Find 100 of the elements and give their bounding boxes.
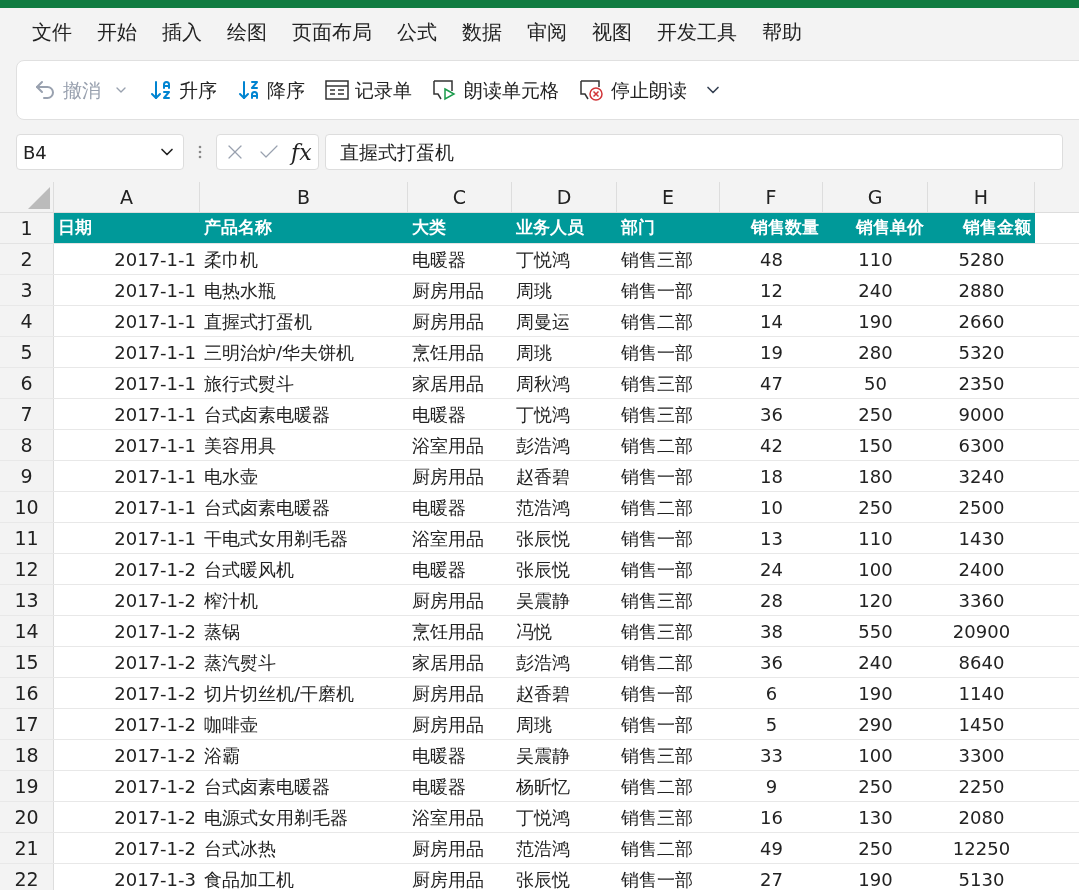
speech-bubble-stop-icon — [579, 78, 605, 102]
column-header[interactable]: F — [720, 182, 823, 212]
menu-tab[interactable]: 文件 — [20, 14, 84, 50]
row-header[interactable]: 14 — [0, 616, 54, 646]
table-cell-text: 切片切丝机/干磨机 — [203, 681, 356, 706]
menu-tab[interactable]: 数据 — [450, 14, 514, 50]
row-header[interactable]: 21 — [0, 833, 54, 863]
table-cell-text: 2080 — [957, 805, 1006, 830]
table-cell-text: 10 — [759, 495, 784, 520]
table-cell-text: 彭浩鸿 — [515, 650, 571, 675]
table-cell-text: 110 — [857, 247, 894, 272]
column-header[interactable]: G — [823, 182, 928, 212]
row-header[interactable]: 2 — [0, 244, 54, 274]
row-header[interactable]: 18 — [0, 740, 54, 770]
menu-tab[interactable]: 开始 — [85, 14, 149, 50]
row-header[interactable]: 7 — [0, 399, 54, 429]
table-cell-text: 2017-1-2 — [113, 650, 197, 675]
table-cell-text: 厨房用品 — [411, 836, 485, 861]
table-cell-text: 1430 — [957, 526, 1006, 551]
menu-tab[interactable]: 审阅 — [515, 14, 579, 50]
table-cell-text: 电暖器 — [411, 495, 467, 520]
row-header[interactable]: 19 — [0, 771, 54, 801]
table-cell-text: 销售三部 — [620, 247, 694, 272]
table-cell-text: 范浩鸿 — [515, 836, 571, 861]
table-cell-text: 蒸锅 — [203, 619, 241, 644]
table-cell-text: 销售三部 — [620, 402, 694, 427]
table-cell-text: 13 — [759, 526, 784, 551]
row-header[interactable]: 12 — [0, 554, 54, 584]
row-header[interactable]: 11 — [0, 523, 54, 553]
table-cell-text: 台式冰热 — [203, 836, 277, 861]
table-cell-text: 28 — [759, 588, 784, 613]
insert-function-button[interactable]: fx — [291, 135, 312, 169]
menu-tab[interactable]: 绘图 — [215, 14, 279, 50]
table-cell-text: 50 — [863, 371, 888, 396]
table-cell-text: 5320 — [957, 340, 1006, 365]
formula-input[interactable]: 直握式打蛋机 — [324, 134, 1063, 170]
row-header[interactable]: 17 — [0, 709, 54, 739]
table-cell-text: 2017-1-2 — [113, 805, 197, 830]
table-cell-text: 赵香碧 — [515, 464, 571, 489]
row-header[interactable]: 22 — [0, 864, 54, 890]
row-header[interactable]: 5 — [0, 337, 54, 367]
table-cell-text: 周珧 — [515, 340, 553, 365]
table-cell-text: 20900 — [951, 619, 1012, 644]
menu-tab[interactable]: 帮助 — [750, 14, 814, 50]
table-cell-text: 5130 — [957, 867, 1006, 890]
row-header[interactable]: 6 — [0, 368, 54, 398]
table-cell-text: 12 — [759, 278, 784, 303]
column-header[interactable]: C — [408, 182, 512, 212]
row-header[interactable]: 20 — [0, 802, 54, 832]
menu-tab[interactable]: 视图 — [580, 14, 644, 50]
row-header[interactable]: 8 — [0, 430, 54, 460]
table-cell-text: 销售三部 — [620, 588, 694, 613]
sort-asc-button[interactable]: 升序 — [145, 70, 221, 110]
form-button[interactable]: 记录单 — [321, 70, 416, 110]
column-header[interactable]: H — [928, 182, 1035, 212]
name-box[interactable]: B4 — [16, 134, 184, 170]
table-cell-text: 电暖器 — [411, 774, 467, 799]
table-cell-text: 2017-1-2 — [113, 774, 197, 799]
column-header[interactable]: E — [617, 182, 720, 212]
table-cell-text: 销售一部 — [620, 681, 694, 706]
row-header[interactable]: 16 — [0, 678, 54, 708]
table-cell-text: 2017-1-2 — [113, 557, 197, 582]
table-cell-text: 2017-1-1 — [113, 526, 197, 551]
table-cell-text: 杨昕忆 — [515, 774, 571, 799]
menu-tab[interactable]: 插入 — [150, 14, 214, 50]
table-cell-text: 2017-1-2 — [113, 588, 197, 613]
table-cell-text: 190 — [857, 681, 894, 706]
speech-bubble-play-icon — [432, 78, 458, 102]
table-cell-text: 家居用品 — [411, 650, 485, 675]
menu-tab[interactable]: 页面布局 — [280, 14, 384, 50]
table-cell-text: 2017-1-1 — [113, 433, 197, 458]
row-header[interactable]: 10 — [0, 492, 54, 522]
form-icon — [325, 79, 349, 101]
stop-button[interactable]: 停止朗读 — [575, 70, 691, 110]
speak-button[interactable]: 朗读单元格 — [428, 70, 563, 110]
table-cell-text: 销售二部 — [620, 836, 694, 861]
row-header[interactable]: 3 — [0, 275, 54, 305]
table-cell-text: 6300 — [957, 433, 1006, 458]
table-cell-text: 19 — [759, 340, 784, 365]
table-cell-text: 2017-1-1 — [113, 340, 197, 365]
column-header[interactable]: B — [200, 182, 408, 212]
table-cell-text: 190 — [857, 309, 894, 334]
sort-desc-button[interactable]: 降序 — [233, 70, 309, 110]
table-cell-text: 12250 — [951, 836, 1012, 861]
table-cell-text: 丁悦鸿 — [515, 805, 571, 830]
menu-tab[interactable]: 开发工具 — [645, 14, 749, 50]
header-cell: 部门 — [617, 213, 720, 243]
table-cell-text: 2017-1-1 — [113, 464, 197, 489]
menu-tab[interactable]: 公式 — [385, 14, 449, 50]
table-cell-text: 厨房用品 — [411, 681, 485, 706]
row-header[interactable]: 15 — [0, 647, 54, 677]
row-header[interactable]: 9 — [0, 461, 54, 491]
column-header[interactable]: A — [54, 182, 200, 212]
column-header[interactable]: D — [512, 182, 617, 212]
row-header[interactable]: 13 — [0, 585, 54, 615]
row-header[interactable]: 4 — [0, 306, 54, 336]
table-cell-text: 8640 — [957, 650, 1006, 675]
table-cell-text: 彭浩鸿 — [515, 433, 571, 458]
row-header[interactable]: 1 — [0, 213, 54, 243]
table-cell-text: 榨汁机 — [203, 588, 259, 613]
